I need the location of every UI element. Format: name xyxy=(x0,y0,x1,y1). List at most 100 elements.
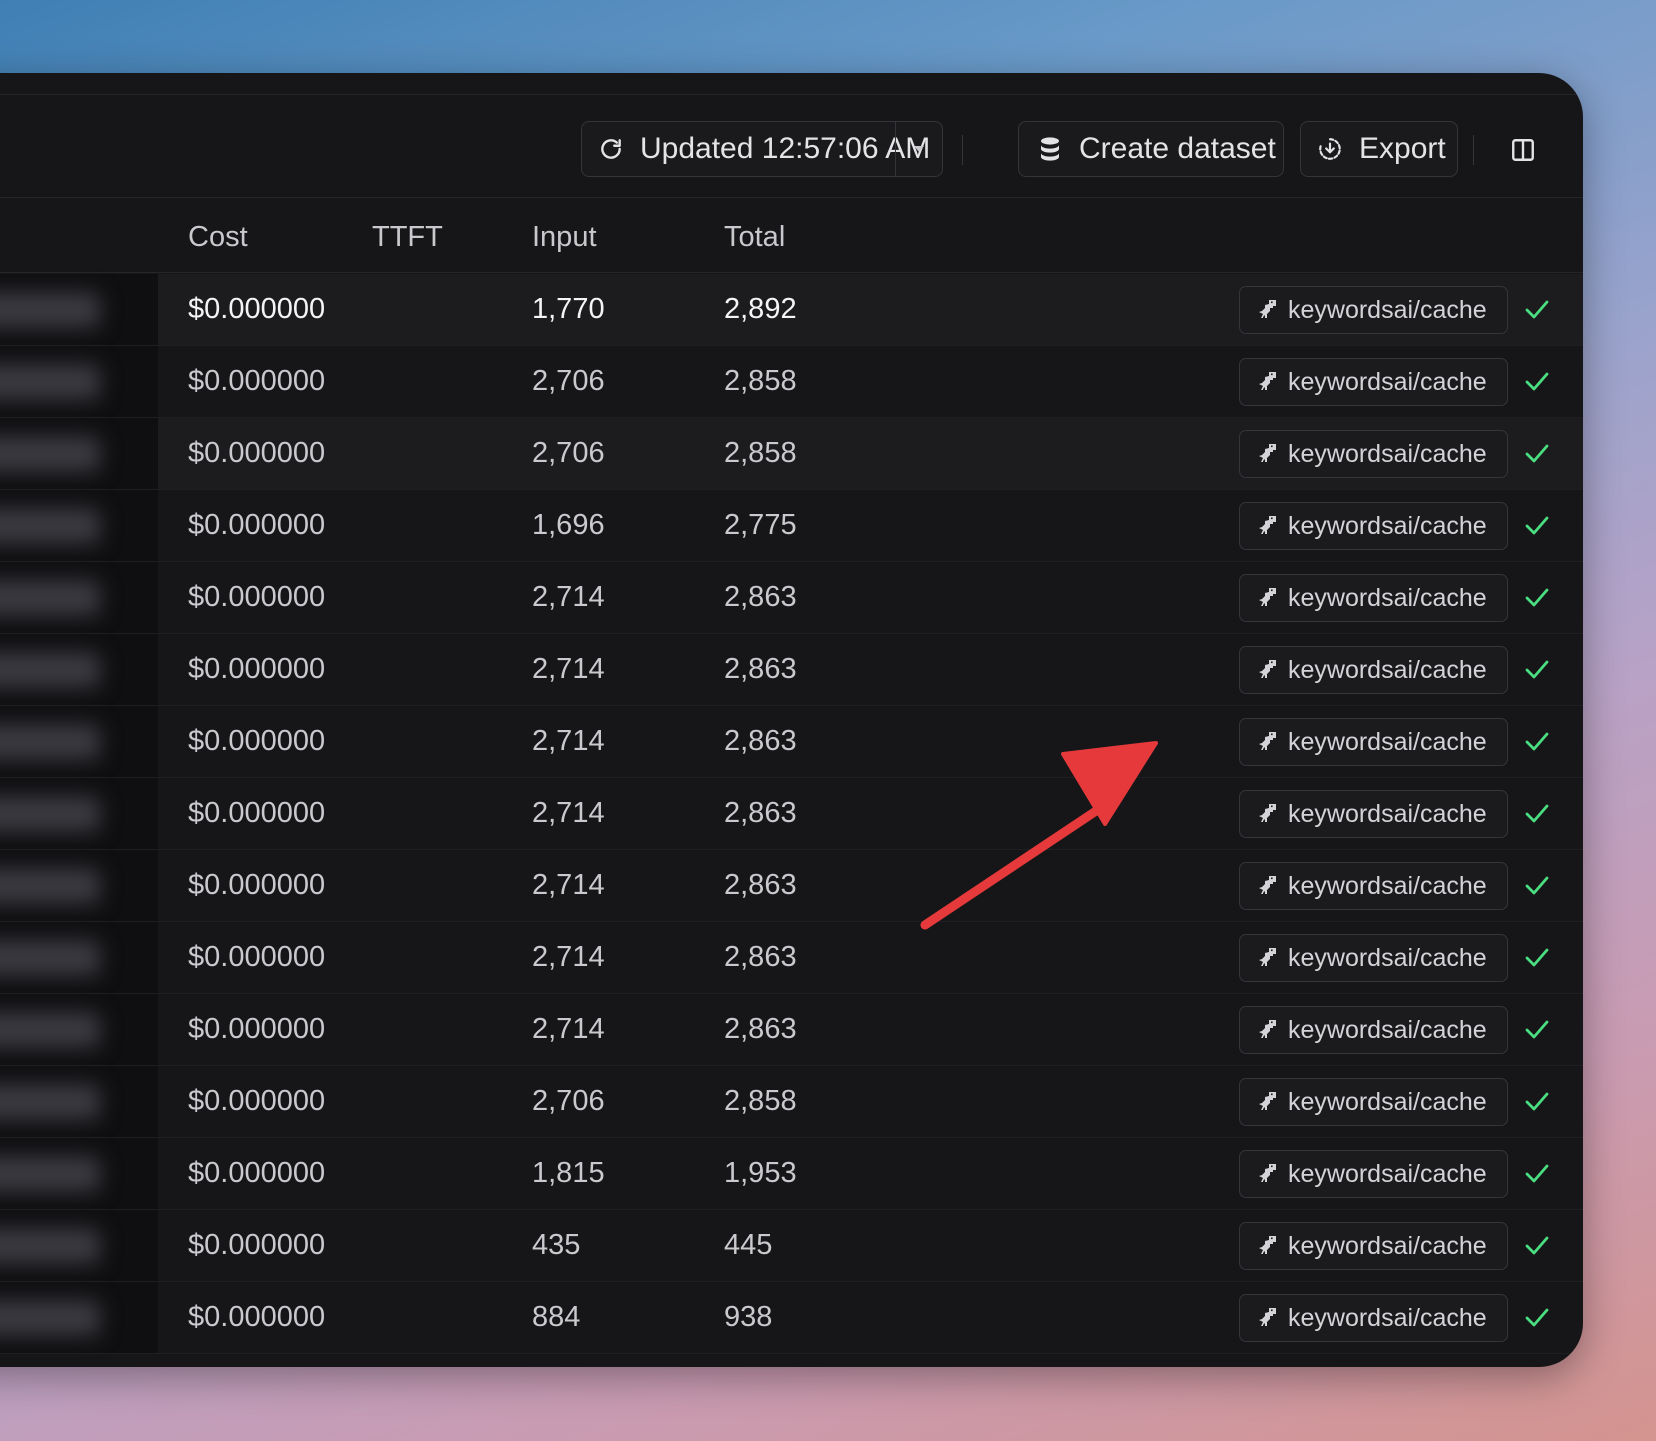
toolbar-divider xyxy=(962,135,963,165)
table-row[interactable]: $0.000000 2,714 2,863 keywordsai/cache xyxy=(0,706,1583,778)
cost-cell: $0.000000 xyxy=(188,293,326,325)
check-icon xyxy=(1525,516,1549,535)
provider-tag-label: keywordsai/cache xyxy=(1288,511,1487,540)
dinosaur-icon xyxy=(1254,441,1280,467)
redacted-content xyxy=(0,724,100,760)
table-row[interactable]: $0.000000 1,696 2,775 keywordsai/cache xyxy=(0,490,1583,562)
redacted-cell xyxy=(0,490,158,561)
provider-tag[interactable]: keywordsai/cache xyxy=(1239,790,1508,838)
export-button[interactable]: Export xyxy=(1300,121,1458,177)
cost-cell: $0.000000 xyxy=(188,1229,326,1261)
check-icon xyxy=(1525,876,1549,895)
redacted-cell xyxy=(0,346,158,417)
check-icon xyxy=(1525,804,1549,823)
column-header-ttft[interactable]: TTFT xyxy=(372,221,443,254)
table-row[interactable]: $0.000000 2,714 2,863 keywordsai/cache xyxy=(0,562,1583,634)
dinosaur-icon xyxy=(1254,513,1280,539)
provider-tag[interactable]: keywordsai/cache xyxy=(1239,1078,1508,1126)
check-icon xyxy=(1525,1164,1549,1183)
provider-tag[interactable]: keywordsai/cache xyxy=(1239,1222,1508,1270)
table-row[interactable]: $0.000000 2,714 2,863 keywordsai/cache xyxy=(0,994,1583,1066)
caret-down-icon[interactable] xyxy=(896,122,942,176)
toolbar: Updated 12:57:06 AM Create dataset Expor… xyxy=(0,95,1583,198)
provider-tag[interactable]: keywordsai/cache xyxy=(1239,502,1508,550)
check-icon xyxy=(1525,300,1549,319)
table-row[interactable]: $0.000000 2,714 2,863 keywordsai/cache xyxy=(0,922,1583,994)
dinosaur-icon xyxy=(1254,1305,1280,1331)
input-tokens-cell: 2,714 xyxy=(532,797,605,829)
panel-toggle-icon[interactable] xyxy=(1508,135,1538,165)
table-row[interactable]: $0.000000 2,706 2,858 keywordsai/cache xyxy=(0,346,1583,418)
total-tokens-cell: 2,863 xyxy=(724,653,797,685)
provider-tag[interactable]: keywordsai/cache xyxy=(1239,1006,1508,1054)
check-icon xyxy=(1525,948,1549,967)
total-tokens-cell: 2,863 xyxy=(724,1013,797,1045)
redacted-cell xyxy=(0,706,158,777)
provider-tag[interactable]: keywordsai/cache xyxy=(1239,862,1508,910)
dinosaur-icon xyxy=(1254,657,1280,683)
cost-cell: $0.000000 xyxy=(188,1157,326,1189)
dinosaur-icon xyxy=(1254,729,1280,755)
provider-tag[interactable]: keywordsai/cache xyxy=(1239,646,1508,694)
total-tokens-cell: 2,863 xyxy=(724,581,797,613)
cost-cell: $0.000000 xyxy=(188,725,326,757)
app-window: Updated 12:57:06 AM Create dataset Expor… xyxy=(0,73,1583,1367)
provider-tag[interactable]: keywordsai/cache xyxy=(1239,574,1508,622)
dinosaur-icon xyxy=(1254,873,1280,899)
dinosaur-icon xyxy=(1254,801,1280,827)
redacted-cell xyxy=(0,922,158,993)
refresh-icon xyxy=(596,134,626,164)
redacted-content xyxy=(0,1228,100,1264)
total-tokens-cell: 2,863 xyxy=(724,725,797,757)
cost-cell: $0.000000 xyxy=(188,1301,326,1333)
check-icon xyxy=(1525,372,1549,391)
provider-tag[interactable]: keywordsai/cache xyxy=(1239,358,1508,406)
column-header-input[interactable]: Input xyxy=(532,221,597,254)
table-row[interactable]: $0.000000 2,714 2,863 keywordsai/cache xyxy=(0,634,1583,706)
provider-tag-label: keywordsai/cache xyxy=(1288,1015,1487,1044)
table-row[interactable]: $0.000000 435 445 keywordsai/cache xyxy=(0,1210,1583,1282)
table-body: $0.000000 1,770 2,892 keywordsai/cache $… xyxy=(0,274,1583,1354)
total-tokens-cell: 938 xyxy=(724,1301,773,1333)
input-tokens-cell: 1,770 xyxy=(532,293,605,325)
total-tokens-cell: 2,863 xyxy=(724,941,797,973)
input-tokens-cell: 884 xyxy=(532,1301,581,1333)
provider-tag[interactable]: keywordsai/cache xyxy=(1239,1294,1508,1342)
table-row[interactable]: $0.000000 1,815 1,953 keywordsai/cache xyxy=(0,1138,1583,1210)
column-header-cost[interactable]: Cost xyxy=(188,221,248,254)
provider-tag[interactable]: keywordsai/cache xyxy=(1239,1150,1508,1198)
provider-tag[interactable]: keywordsai/cache xyxy=(1239,286,1508,334)
table-row[interactable]: $0.000000 2,706 2,858 keywordsai/cache xyxy=(0,418,1583,490)
input-tokens-cell: 2,714 xyxy=(532,869,605,901)
table-row[interactable]: $0.000000 2,714 2,863 keywordsai/cache xyxy=(0,850,1583,922)
table-row[interactable]: $0.000000 1,770 2,892 keywordsai/cache xyxy=(0,274,1583,346)
cost-cell: $0.000000 xyxy=(188,941,326,973)
total-tokens-cell: 2,892 xyxy=(724,293,797,325)
redacted-content xyxy=(0,436,100,472)
provider-tag-label: keywordsai/cache xyxy=(1288,1159,1487,1188)
table-row[interactable]: $0.000000 2,706 2,858 keywordsai/cache xyxy=(0,1066,1583,1138)
provider-tag[interactable]: keywordsai/cache xyxy=(1239,934,1508,982)
redacted-cell xyxy=(0,274,158,345)
table-row[interactable]: $0.000000 884 938 keywordsai/cache xyxy=(0,1282,1583,1354)
input-tokens-cell: 2,706 xyxy=(532,1085,605,1117)
cost-cell: $0.000000 xyxy=(188,365,326,397)
refresh-button[interactable]: Updated 12:57:06 AM xyxy=(581,121,943,177)
provider-tag-label: keywordsai/cache xyxy=(1288,439,1487,468)
redacted-cell xyxy=(0,562,158,633)
dinosaur-icon xyxy=(1254,945,1280,971)
input-tokens-cell: 2,714 xyxy=(532,653,605,685)
table-row[interactable]: $0.000000 2,714 2,863 keywordsai/cache xyxy=(0,778,1583,850)
create-dataset-button[interactable]: Create dataset xyxy=(1018,121,1284,177)
check-icon xyxy=(1525,588,1549,607)
input-tokens-cell: 2,714 xyxy=(532,941,605,973)
create-dataset-label: Create dataset xyxy=(1079,132,1276,165)
dinosaur-icon xyxy=(1254,369,1280,395)
cost-cell: $0.000000 xyxy=(188,437,326,469)
column-header-total[interactable]: Total xyxy=(724,221,785,254)
redacted-content xyxy=(0,580,100,616)
dinosaur-icon xyxy=(1254,585,1280,611)
provider-tag[interactable]: keywordsai/cache xyxy=(1239,718,1508,766)
provider-tag[interactable]: keywordsai/cache xyxy=(1239,430,1508,478)
redacted-content xyxy=(0,796,100,832)
